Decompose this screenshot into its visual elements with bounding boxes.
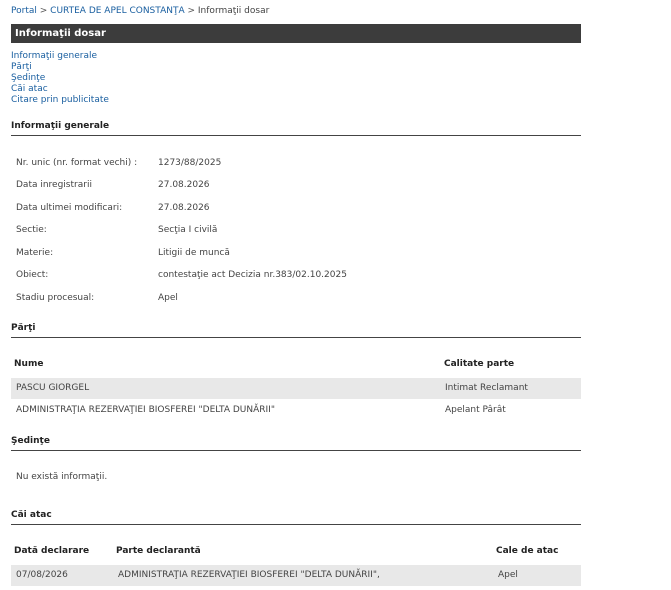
- appeal-party: ADMINISTRAŢIA REZERVAŢIEI BIOSFEREI "DEL…: [118, 570, 380, 580]
- info-value: 27.08.2026: [158, 203, 210, 213]
- nav-link-sedinte[interactable]: Şedinţe: [11, 73, 109, 84]
- breadcrumb-current: Informaţii dosar: [197, 6, 270, 16]
- breadcrumb-court-link[interactable]: CURTEA DE APEL CONSTANŢA: [50, 6, 184, 16]
- info-label: Nr. unic (nr. format vechi) :: [16, 158, 138, 168]
- info-value: 27.08.2026: [158, 180, 210, 190]
- section-heading-parti: Părţi: [11, 323, 581, 338]
- table-row: ADMINISTRAŢIA REZERVAŢIEI BIOSFEREI "DEL…: [11, 400, 581, 421]
- nav-link-parti[interactable]: Părţi: [11, 62, 109, 73]
- col-header-data-declarare: Dată declarare: [14, 546, 90, 556]
- info-value: Litigii de muncă: [158, 248, 230, 258]
- info-row-data-modificari: Data ultimei modificari: 27.08.2026: [16, 203, 210, 213]
- page-title: Informaţii dosar: [11, 24, 581, 43]
- appeal-type: Apel: [498, 570, 518, 580]
- info-label: Sectie:: [16, 225, 47, 235]
- party-name: ADMINISTRAŢIA REZERVAŢIEI BIOSFEREI "DEL…: [16, 405, 275, 415]
- info-value: contestaţie act Decizia nr.383/02.10.202…: [158, 270, 347, 280]
- table-row: 07/08/2026 ADMINISTRAŢIA REZERVAŢIEI BIO…: [11, 565, 581, 586]
- party-role: Intimat Reclamant: [445, 383, 528, 393]
- info-row-sectie: Sectie: Secţia I civilă: [16, 225, 217, 235]
- info-row-stadiu: Stadiu procesual: Apel: [16, 293, 178, 303]
- info-label: Data inregistrarii: [16, 180, 92, 190]
- info-row-nr-unic: Nr. unic (nr. format vechi) : 1273/88/202…: [16, 158, 221, 168]
- info-label: Obiect:: [16, 270, 49, 280]
- info-label: Materie:: [16, 248, 54, 258]
- info-row-data-inregistrarii: Data inregistrarii 27.08.2026: [16, 180, 210, 190]
- party-role: Apelant Pârât: [445, 405, 506, 415]
- info-value: Apel: [158, 293, 178, 303]
- breadcrumb-separator: >: [187, 6, 196, 16]
- no-data-message: Nu există informaţii.: [16, 472, 108, 482]
- col-header-cale-atac: Cale de atac: [496, 546, 559, 556]
- nav-link-citare[interactable]: Citare prin publicitate: [11, 95, 109, 106]
- nav-link-general[interactable]: Informaţii generale: [11, 51, 109, 62]
- info-label: Stadiu procesual:: [16, 293, 95, 303]
- info-row-materie: Materie: Litigii de muncă: [16, 248, 230, 258]
- table-row: PASCU GIORGEL Intimat Reclamant: [11, 378, 581, 399]
- info-value: 1273/88/2025: [158, 158, 222, 168]
- breadcrumb-separator: >: [39, 6, 48, 16]
- col-header-calitate: Calitate parte: [444, 359, 515, 369]
- nav-link-cai-atac[interactable]: Căi atac: [11, 84, 109, 95]
- info-label: Data ultimei modificari:: [16, 203, 123, 213]
- section-heading-sedinte: Şedinţe: [11, 436, 581, 451]
- col-header-parte-declaranta: Parte declarantă: [116, 546, 201, 556]
- appeal-date: 07/08/2026: [16, 570, 68, 580]
- col-header-nume: Nume: [14, 359, 44, 369]
- party-name: PASCU GIORGEL: [16, 383, 90, 393]
- section-heading-cai-atac: Căi atac: [11, 510, 581, 525]
- info-row-obiect: Obiect: contestaţie act Decizia nr.383/02…: [16, 270, 347, 280]
- info-value: Secţia I civilă: [158, 225, 218, 235]
- section-heading-general: Informaţii generale: [11, 121, 581, 136]
- breadcrumb-portal-link[interactable]: Portal: [11, 6, 37, 16]
- section-nav: Informaţii generale Părţi Şedinţe Căi at…: [11, 51, 109, 106]
- breadcrumb: Portal > CURTEA DE APEL CONSTANŢA > Info…: [11, 6, 269, 16]
